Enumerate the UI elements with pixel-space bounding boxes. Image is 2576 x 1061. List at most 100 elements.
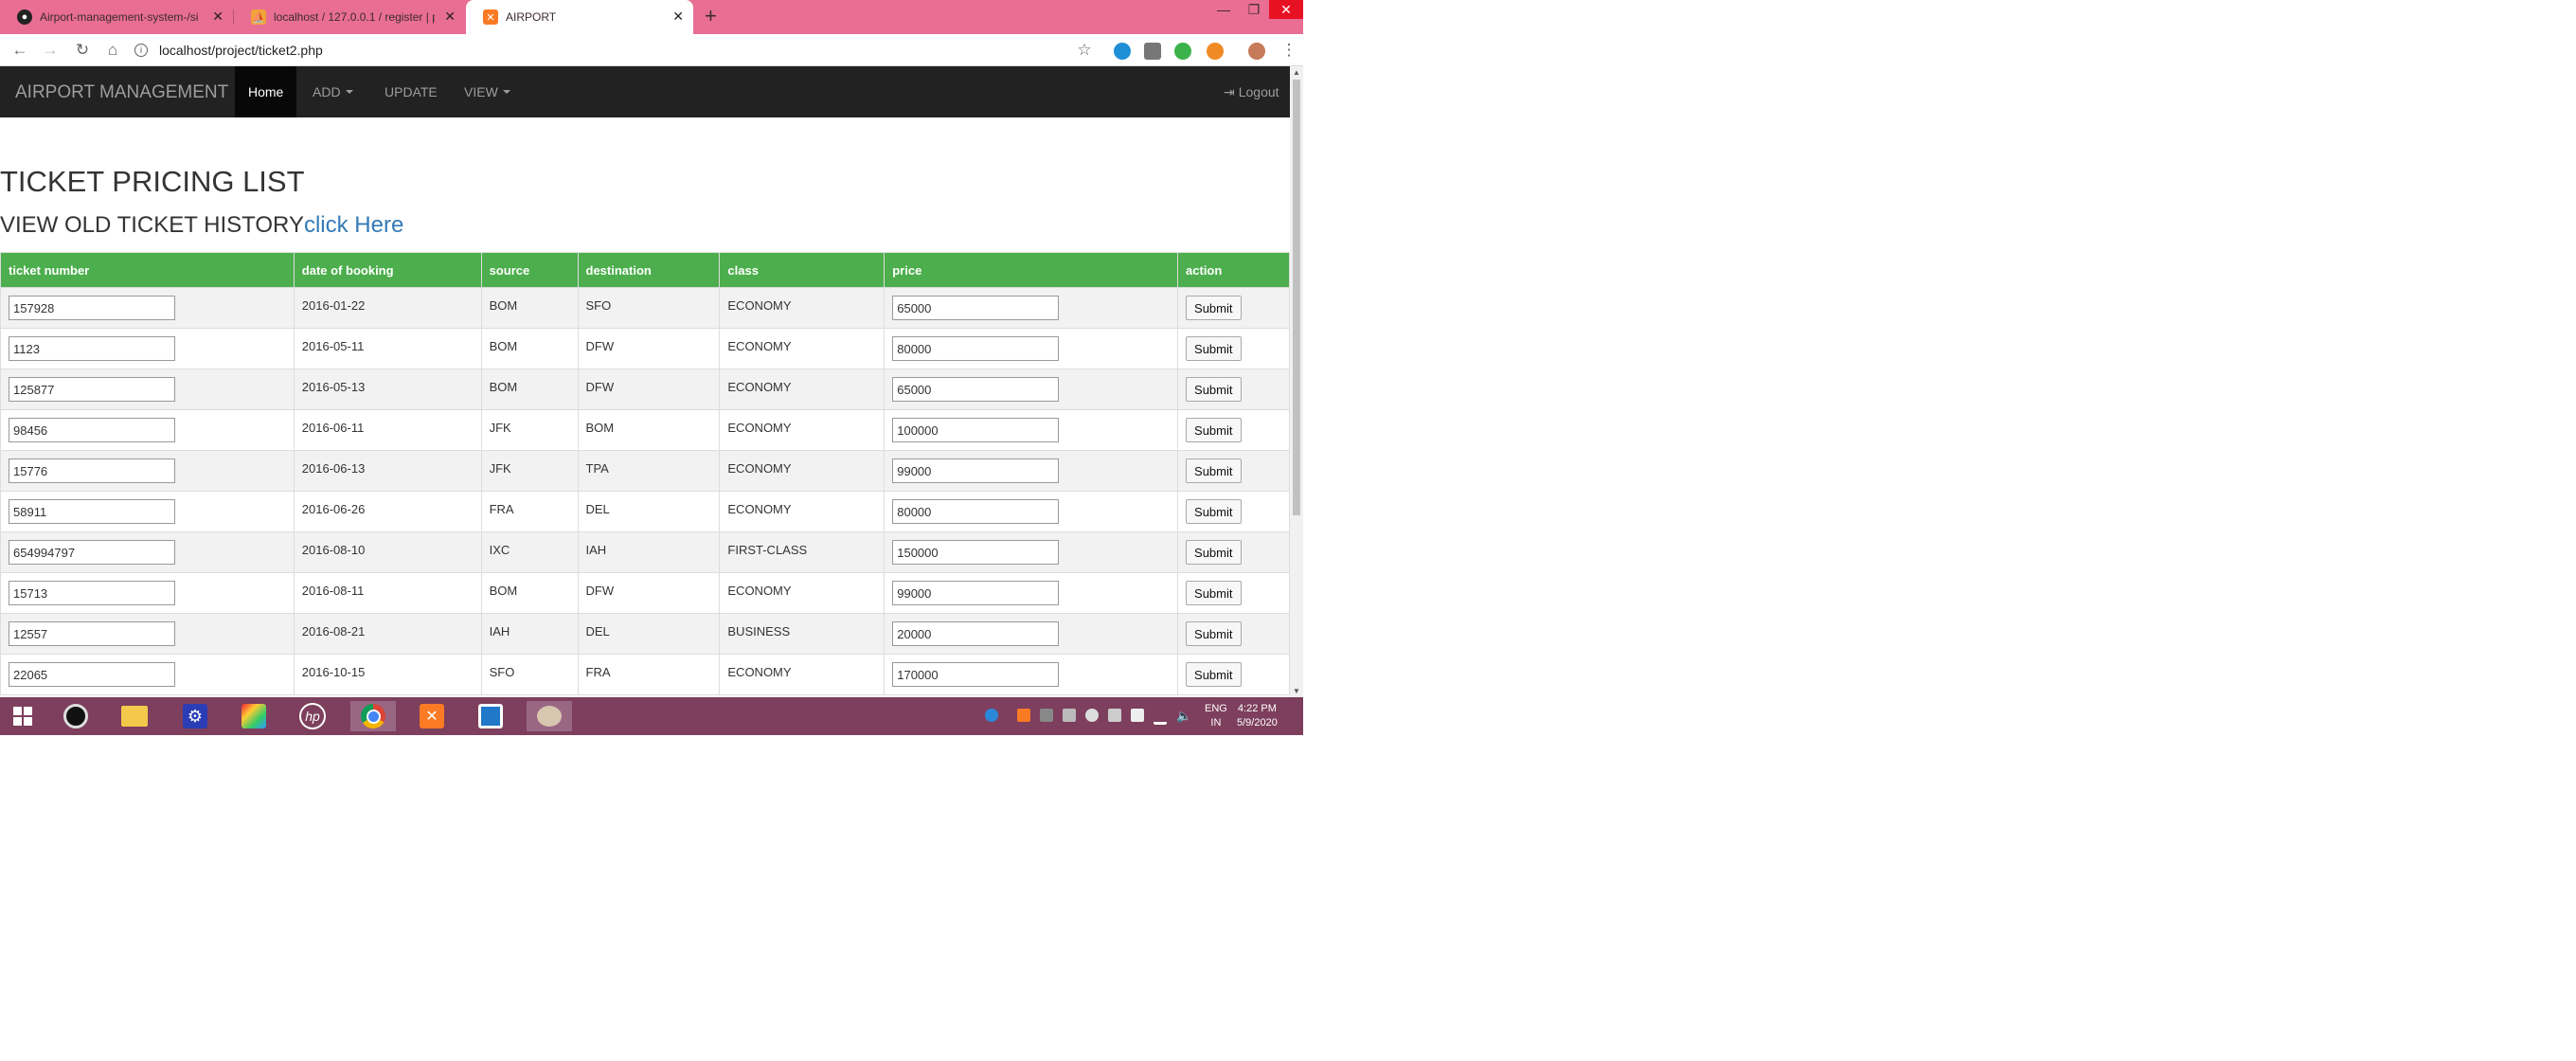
price-input[interactable] xyxy=(892,296,1060,320)
price-input[interactable] xyxy=(892,540,1060,565)
restore-icon[interactable]: ❐ xyxy=(1243,0,1265,19)
scroll-thumb[interactable] xyxy=(1293,80,1300,515)
language-indicator[interactable]: ENG IN xyxy=(1205,702,1227,730)
price-input[interactable] xyxy=(892,581,1060,605)
ticket-number-input[interactable] xyxy=(9,499,175,524)
url-field[interactable]: i localhost/project/ticket2.php xyxy=(134,38,1100,63)
submit-button[interactable]: Submit xyxy=(1186,621,1242,646)
nav-home[interactable]: Home xyxy=(235,66,297,117)
nav-view[interactable]: VIEW xyxy=(451,66,524,117)
price-input[interactable] xyxy=(892,459,1060,483)
table-row: 2016-08-11 BOM DFW ECONOMY Submit xyxy=(0,572,1290,614)
close-icon[interactable]: ✕ xyxy=(672,9,684,25)
nav-update[interactable]: UPDATE xyxy=(371,66,451,117)
hp-extension-icon[interactable] xyxy=(1114,43,1131,60)
ticket-number-input[interactable] xyxy=(9,581,175,605)
new-tab-icon[interactable]: + xyxy=(705,4,717,28)
tray-icon[interactable] xyxy=(1108,709,1121,722)
tab-phpmyadmin[interactable]: ⛵ localhost / 127.0.0.1 / register | p ✕ xyxy=(234,0,465,34)
price-input[interactable] xyxy=(892,336,1060,361)
forward-icon[interactable]: → xyxy=(40,40,61,61)
tray-icon[interactable] xyxy=(1063,709,1076,722)
bookmark-star-icon[interactable]: ☆ xyxy=(1074,40,1095,61)
ticket-number-input[interactable] xyxy=(9,296,175,320)
ticket-number-input[interactable] xyxy=(9,459,175,483)
hp-app-icon[interactable]: hp xyxy=(290,701,335,731)
close-icon[interactable]: ✕ xyxy=(212,9,224,25)
tray-icon[interactable] xyxy=(1040,709,1053,722)
minimize-icon[interactable]: — xyxy=(1212,0,1235,19)
extension-icon[interactable] xyxy=(1174,43,1191,60)
editor-app-icon[interactable] xyxy=(468,701,513,731)
cell-price xyxy=(884,531,1179,573)
scroll-down-icon[interactable]: ▼ xyxy=(1293,687,1300,695)
submit-button[interactable]: Submit xyxy=(1186,418,1242,442)
ticket-number-input[interactable] xyxy=(9,662,175,687)
camera-app-icon[interactable] xyxy=(53,701,98,731)
price-input[interactable] xyxy=(892,499,1060,524)
vertical-scrollbar[interactable]: ▲ ▼ xyxy=(1290,66,1303,697)
ticket-number-input[interactable] xyxy=(9,377,175,402)
submit-button[interactable]: Submit xyxy=(1186,459,1242,483)
submit-button[interactable]: Submit xyxy=(1186,377,1242,402)
volume-icon[interactable]: 🔈 xyxy=(1176,709,1191,723)
cell-price xyxy=(884,572,1179,614)
source-text: JFK xyxy=(489,460,511,476)
nav-logout[interactable]: ⇥ Logout xyxy=(1210,66,1290,117)
xampp-tray-icon[interactable] xyxy=(1017,709,1030,722)
scroll-up-icon[interactable]: ▲ xyxy=(1293,68,1300,77)
home-icon[interactable]: ⌂ xyxy=(102,40,123,61)
cell-source: FRA xyxy=(480,491,579,532)
extension-icon[interactable] xyxy=(1207,43,1224,60)
ticket-number-input[interactable] xyxy=(9,621,175,646)
close-window-icon[interactable]: ✕ xyxy=(1269,0,1303,19)
settings-gear-icon[interactable]: ⚙ xyxy=(172,701,218,731)
nav-add[interactable]: ADD xyxy=(299,66,367,117)
cell-destination: DFW xyxy=(577,369,721,410)
site-navbar: AIRPORT MANAGEMENT Home ADD UPDATE VIEW … xyxy=(0,66,1290,117)
tab-github[interactable]: ● Airport-management-system-/si ✕ xyxy=(0,0,233,34)
taskbar: ⚙ hp ✕ 🔈 ENG IN 4:22 PM 5/9/2020 xyxy=(0,697,1303,735)
close-icon[interactable]: ✕ xyxy=(444,9,456,25)
submit-button[interactable]: Submit xyxy=(1186,336,1242,361)
help-icon[interactable] xyxy=(985,709,998,722)
photos-app-icon[interactable] xyxy=(231,701,277,731)
file-explorer-icon[interactable] xyxy=(112,701,157,731)
flag-icon[interactable] xyxy=(1131,709,1144,722)
shield-extension-icon[interactable] xyxy=(1144,43,1161,60)
submit-button[interactable]: Submit xyxy=(1186,662,1242,687)
navbar-brand[interactable]: AIRPORT MANAGEMENT xyxy=(15,82,228,103)
back-icon[interactable]: ← xyxy=(9,40,30,61)
paint-app-icon[interactable] xyxy=(527,701,572,731)
price-input[interactable] xyxy=(892,377,1060,402)
date-text: 2016-01-22 xyxy=(301,297,366,313)
profile-avatar[interactable] xyxy=(1248,43,1265,60)
ticket-number-input[interactable] xyxy=(9,540,175,565)
destination-text: DEL xyxy=(585,623,610,638)
start-windows-icon[interactable] xyxy=(0,701,45,731)
price-input[interactable] xyxy=(892,662,1060,687)
network-icon[interactable] xyxy=(1154,709,1167,725)
nav-logout-label: Logout xyxy=(1238,84,1279,99)
submit-button[interactable]: Submit xyxy=(1186,499,1242,524)
system-clock[interactable]: 4:22 PM 5/9/2020 xyxy=(1237,702,1278,730)
price-input[interactable] xyxy=(892,621,1060,646)
submit-button[interactable]: Submit xyxy=(1186,540,1242,565)
date-text: 2016-08-21 xyxy=(301,623,366,638)
history-link[interactable]: click Here xyxy=(304,212,403,238)
onedrive-icon[interactable] xyxy=(1085,709,1099,722)
cell-class: BUSINESS xyxy=(719,613,886,655)
header-destination: destination xyxy=(577,252,721,288)
tab-airport[interactable]: ✕ AIRPORT ✕ xyxy=(466,0,693,34)
site-info-icon[interactable]: i xyxy=(134,44,148,57)
tab-title: localhost / 127.0.0.1 / register | p xyxy=(274,10,435,24)
submit-button[interactable]: Submit xyxy=(1186,296,1242,320)
submit-button[interactable]: Submit xyxy=(1186,581,1242,605)
chrome-icon[interactable] xyxy=(350,701,396,731)
ticket-number-input[interactable] xyxy=(9,418,175,442)
ticket-number-input[interactable] xyxy=(9,336,175,361)
price-input[interactable] xyxy=(892,418,1060,442)
xampp-app-icon[interactable]: ✕ xyxy=(409,701,455,731)
menu-kebab-icon[interactable]: ⋮ xyxy=(1279,40,1299,61)
reload-icon[interactable]: ↻ xyxy=(72,40,93,61)
